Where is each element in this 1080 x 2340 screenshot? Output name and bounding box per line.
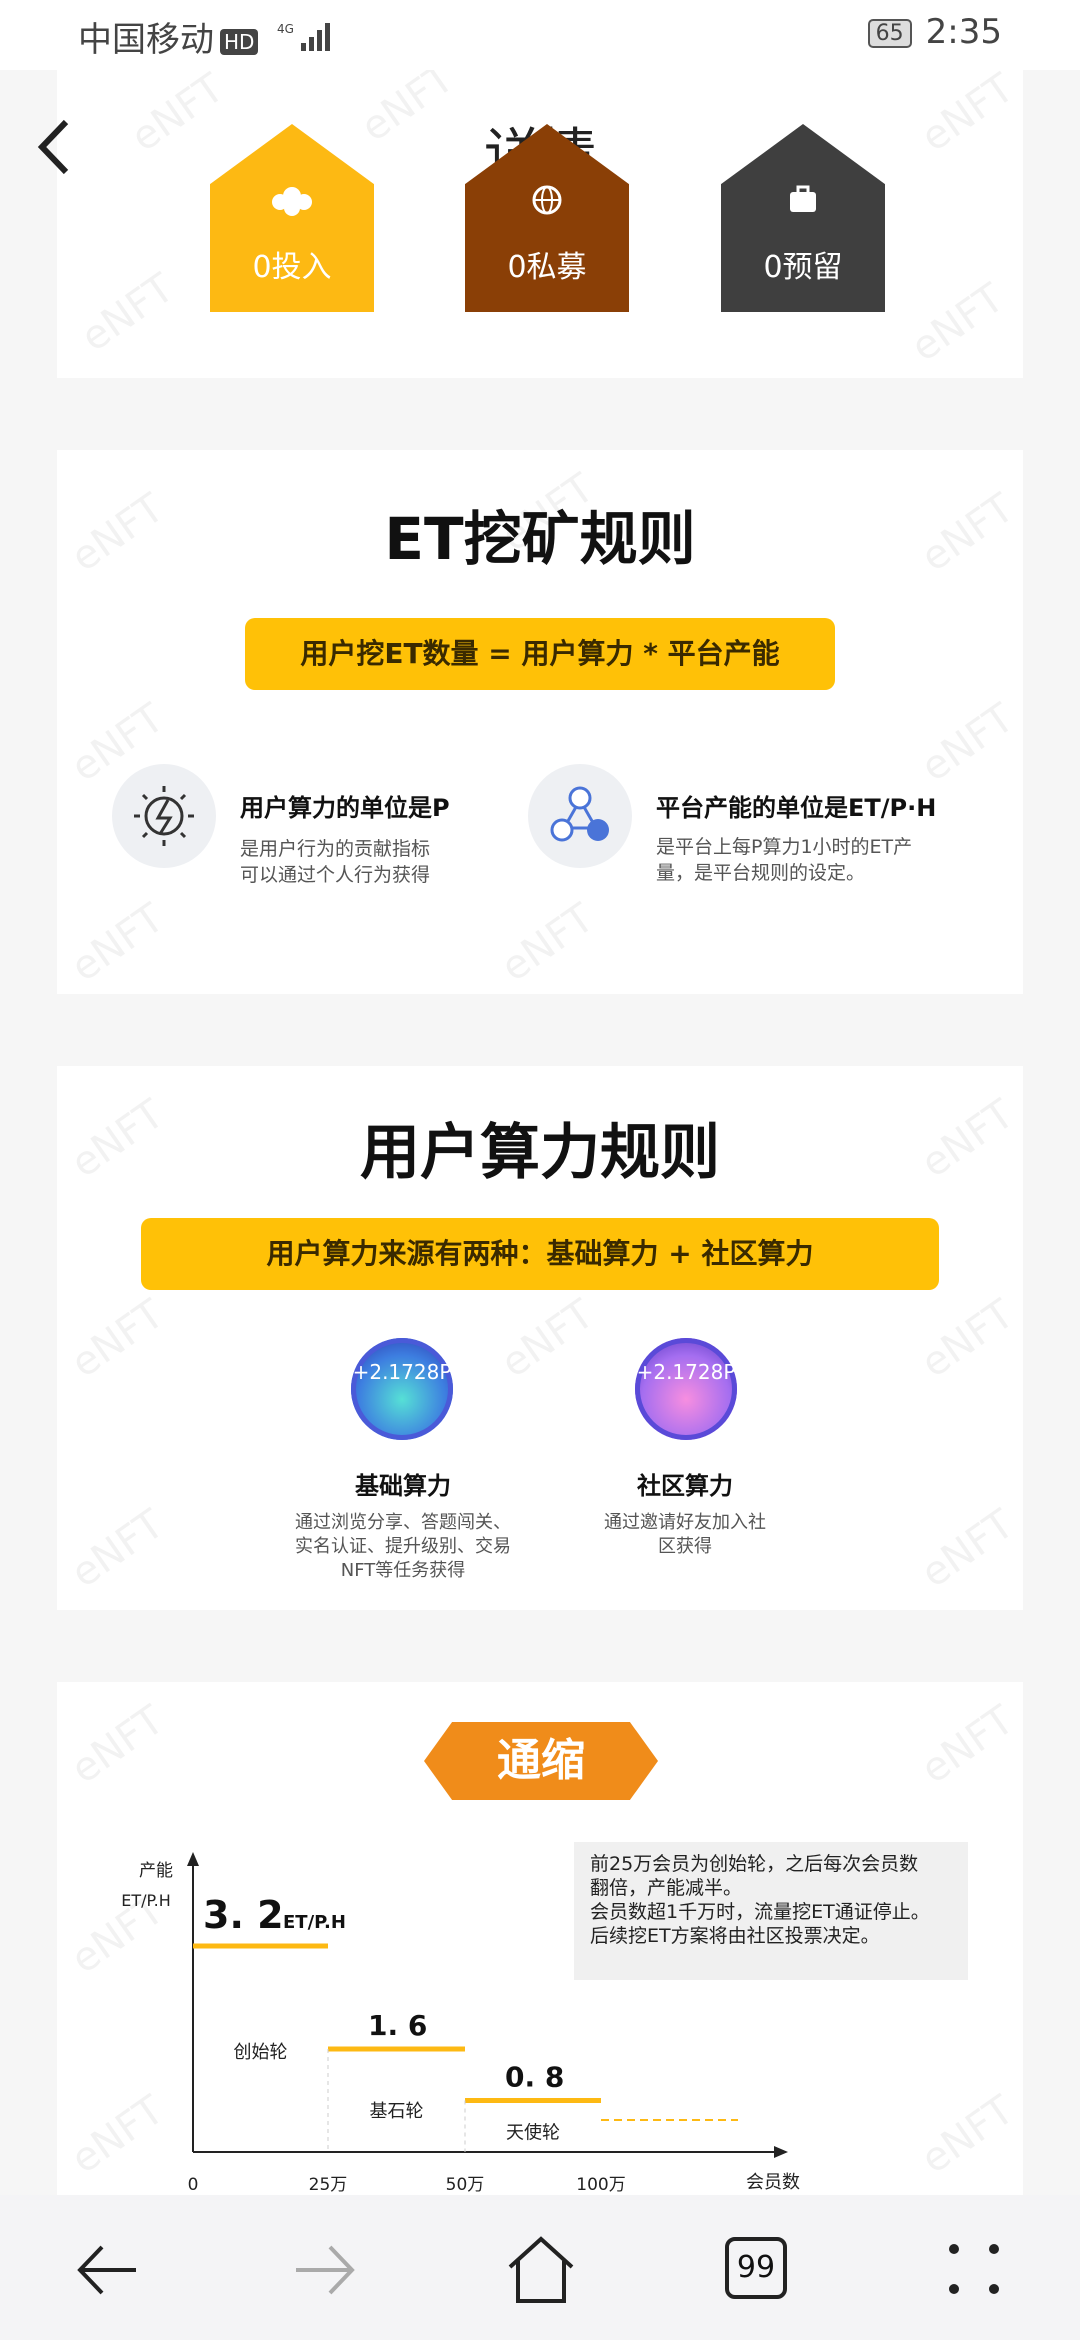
step-unit-label: ET/P.H — [283, 1912, 346, 1933]
dots-menu-icon — [949, 2244, 999, 2294]
round-label: 创始轮 — [234, 2042, 288, 2063]
round-label: 天使轮 — [506, 2123, 560, 2144]
nav-back-button[interactable] — [72, 2235, 142, 2305]
x-tick-label: 25万 — [309, 2175, 348, 2195]
step-value-label: 0. 8 — [505, 2061, 564, 2094]
x-tick-label: 100万 — [576, 2175, 625, 2195]
y-axis-arrow — [187, 1852, 199, 1866]
bottom-nav-bar: 99 — [0, 2195, 1080, 2340]
nav-tabs-button[interactable]: 99 — [725, 2237, 787, 2299]
nav-forward-button[interactable] — [290, 2235, 360, 2305]
y-axis-label: 产能 — [139, 1861, 173, 1881]
x-axis-arrow — [774, 2146, 788, 2158]
home-icon — [508, 2236, 574, 2303]
deflation-chart: 产能 ET/P.H 会员数 0 25万 50万 100万3. 2 ET/P.H创始轮1.… — [121, 1852, 800, 2195]
x-tick-label: 50万 — [446, 2175, 485, 2195]
nav-home-button[interactable] — [506, 2233, 576, 2307]
y-axis-unit: ET/P.H — [121, 1891, 171, 1910]
nav-menu-button[interactable] — [944, 2239, 1004, 2299]
step-value-label: 3. 2 — [203, 1893, 284, 1937]
x-tick-label: 0 — [188, 2175, 199, 2195]
arrow-left-icon — [77, 2245, 136, 2295]
x-axis-label: 会员数 — [746, 2172, 800, 2193]
step-value-label: 1. 6 — [368, 2009, 427, 2042]
arrow-right-icon — [296, 2245, 355, 2295]
round-label: 基石轮 — [370, 2101, 424, 2122]
